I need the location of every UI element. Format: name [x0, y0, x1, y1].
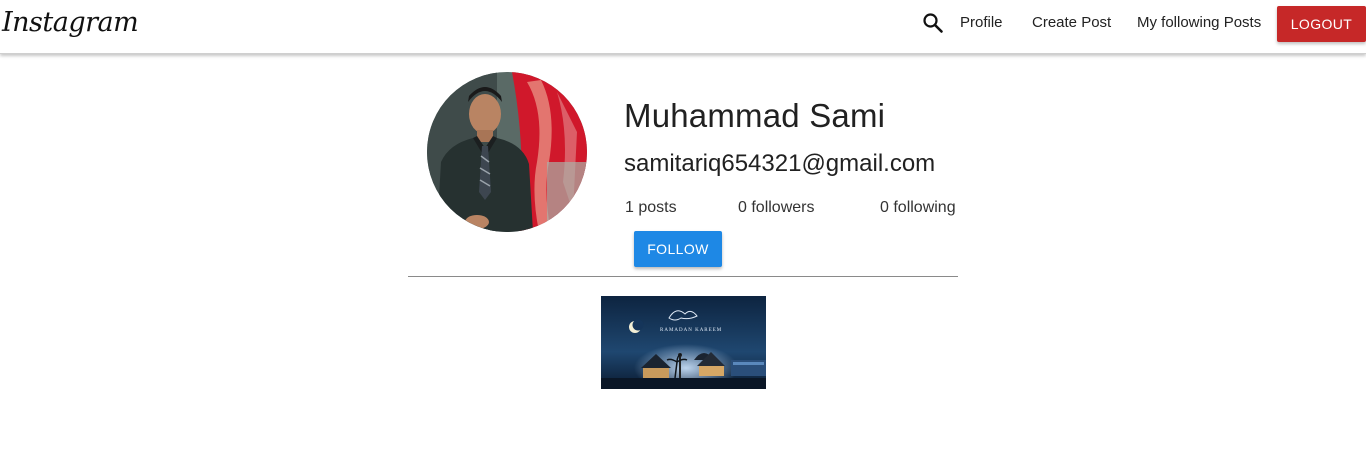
brand-logo[interactable]: Instagram: [2, 4, 139, 42]
gallery-post-thumbnail[interactable]: RAMADAN KAREEM: [601, 296, 766, 389]
posts-count: 1 posts: [625, 199, 677, 216]
followers-count: 0 followers: [738, 199, 815, 216]
nav-link-create-post[interactable]: Create Post: [1032, 14, 1111, 32]
search-icon[interactable]: [922, 12, 944, 34]
profile-avatar: [427, 72, 587, 232]
nav-link-following-posts[interactable]: My following Posts: [1137, 14, 1261, 32]
profile-email: samitariq654321@gmail.com: [624, 150, 936, 177]
following-count: 0 following: [880, 199, 956, 216]
follow-button[interactable]: FOLLOW: [634, 231, 722, 267]
profile-divider: [408, 276, 958, 277]
nav-link-profile[interactable]: Profile: [960, 14, 1003, 32]
logout-button[interactable]: LOGOUT: [1277, 6, 1366, 42]
profile-name: Muhammad Sami: [624, 97, 886, 134]
post-art-text: RAMADAN KAREEM: [660, 328, 722, 333]
navbar: Instagram Profile Create Post My followi…: [0, 0, 1366, 54]
